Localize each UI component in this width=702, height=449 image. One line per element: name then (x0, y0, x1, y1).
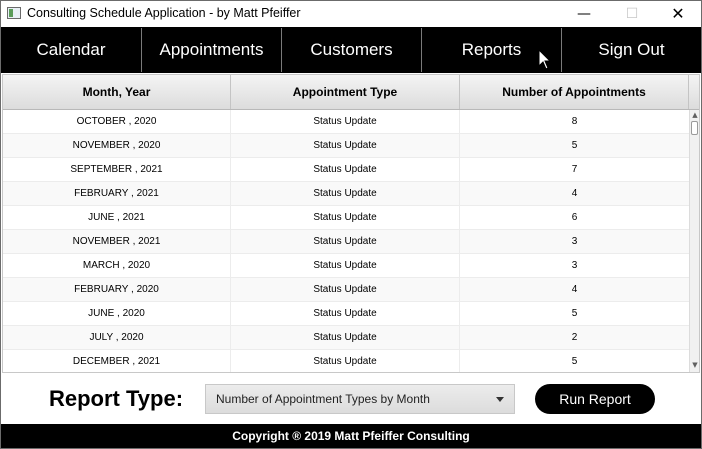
header-corner (689, 75, 699, 110)
report-type-selected-value: Number of Appointment Types by Month (216, 392, 430, 406)
cell-month-year: NOVEMBER , 2020 (3, 134, 231, 158)
table-row[interactable]: FEBRUARY , 2021 Status Update 4 (3, 182, 689, 206)
scroll-up-arrow-icon[interactable]: ▲ (690, 110, 699, 120)
app-window: Consulting Schedule Application - by Mat… (0, 0, 702, 449)
cell-appointment-type: Status Update (231, 278, 460, 302)
nav-sign-out-button[interactable]: Sign Out (562, 28, 701, 72)
nav-appointments-button[interactable]: Appointments (142, 28, 282, 72)
cell-appointment-type: Status Update (231, 182, 460, 206)
cell-month-year: JUNE , 2021 (3, 206, 231, 230)
cell-appointment-count: 7 (571, 164, 578, 175)
cell-appointment-type: Status Update (231, 350, 460, 372)
column-header-number-of-appointments[interactable]: Number of Appointments (460, 75, 689, 109)
cell-appointment-count: 5 (571, 356, 578, 367)
nav-calendar-button[interactable]: Calendar (1, 28, 142, 72)
column-header-month-year[interactable]: Month, Year (3, 75, 231, 109)
maximize-button[interactable]: ☐ (609, 1, 655, 27)
app-icon (7, 7, 21, 19)
table-row[interactable]: OCTOBER , 2020 Status Update 8 (3, 110, 689, 134)
title-bar[interactable]: Consulting Schedule Application - by Mat… (1, 1, 701, 27)
cell-month-year: OCTOBER , 2020 (3, 110, 231, 134)
close-button[interactable]: ✕ (655, 1, 701, 27)
cell-appointment-count: 8 (571, 116, 578, 127)
report-type-label: Report Type: (49, 386, 184, 411)
cell-appointment-count: 4 (571, 188, 578, 199)
report-table: Month, Year Appointment Type Number of A… (2, 74, 700, 373)
table-row[interactable]: JUNE , 2020 Status Update 5 (3, 302, 689, 326)
cell-appointment-count: 4 (571, 284, 578, 295)
table-row[interactable]: JULY , 2020 Status Update 2 (3, 326, 689, 350)
minimize-button[interactable]: — (561, 1, 607, 27)
column-header-appointment-type[interactable]: Appointment Type (231, 75, 460, 109)
cell-appointment-type: Status Update (231, 206, 460, 230)
cell-appointment-type: Status Update (231, 230, 460, 254)
cell-month-year: FEBRUARY , 2021 (3, 182, 231, 206)
copyright-bar: Copyright ® 2019 Matt Pfeiffer Consultin… (1, 424, 701, 448)
table-row[interactable]: FEBRUARY , 2020 Status Update 4 (3, 278, 689, 302)
table-row[interactable]: NOVEMBER , 2020 Status Update 5 (3, 134, 689, 158)
report-controls: Report Type: Number of Appointment Types… (1, 373, 701, 424)
mouse-cursor-icon (538, 49, 552, 70)
cell-appointment-count: 5 (571, 140, 578, 151)
table-vertical-scrollbar[interactable]: ▲ ▼ (689, 110, 699, 372)
cell-month-year: MARCH , 2020 (3, 254, 231, 278)
scroll-down-arrow-icon[interactable]: ▼ (690, 360, 699, 370)
cell-appointment-type: Status Update (231, 110, 460, 134)
report-type-select[interactable]: Number of Appointment Types by Month (205, 384, 515, 414)
cell-appointment-count: 2 (571, 332, 578, 343)
table-row[interactable]: NOVEMBER , 2021 Status Update 3 (3, 230, 689, 254)
cell-month-year: JULY , 2020 (3, 326, 231, 350)
cell-month-year: SEPTEMBER , 2021 (3, 158, 231, 182)
table-header: Month, Year Appointment Type Number of A… (3, 75, 689, 110)
cell-month-year: JUNE , 2020 (3, 302, 231, 326)
run-report-button[interactable]: Run Report (535, 384, 655, 414)
cell-month-year: NOVEMBER , 2021 (3, 230, 231, 254)
cell-appointment-count: 5 (571, 308, 578, 319)
main-nav: Calendar Appointments Customers Reports … (1, 27, 701, 73)
table-row[interactable]: JUNE , 2021 Status Update 6 (3, 206, 689, 230)
table-row[interactable]: SEPTEMBER , 2021 Status Update 7 (3, 158, 689, 182)
cell-appointment-type: Status Update (231, 158, 460, 182)
cell-appointment-count: 3 (571, 236, 578, 247)
nav-customers-button[interactable]: Customers (282, 28, 422, 72)
cell-appointment-count: 6 (571, 212, 578, 223)
table-row[interactable]: MARCH , 2020 Status Update 3 (3, 254, 689, 278)
cell-appointment-type: Status Update (231, 134, 460, 158)
table-row[interactable]: DECEMBER , 2021 Status Update 5 (3, 350, 689, 372)
cell-month-year: DECEMBER , 2021 (3, 350, 231, 372)
cell-month-year: FEBRUARY , 2020 (3, 278, 231, 302)
scroll-thumb[interactable] (691, 121, 698, 135)
dropdown-arrow-icon[interactable] (496, 397, 504, 402)
cell-appointment-type: Status Update (231, 326, 460, 350)
cell-appointment-count: 3 (571, 260, 578, 271)
cell-appointment-type: Status Update (231, 254, 460, 278)
window-title: Consulting Schedule Application - by Mat… (27, 6, 301, 20)
cell-appointment-type: Status Update (231, 302, 460, 326)
table-body: OCTOBER , 2020 Status Update 8 NOVEMBER … (3, 110, 689, 372)
